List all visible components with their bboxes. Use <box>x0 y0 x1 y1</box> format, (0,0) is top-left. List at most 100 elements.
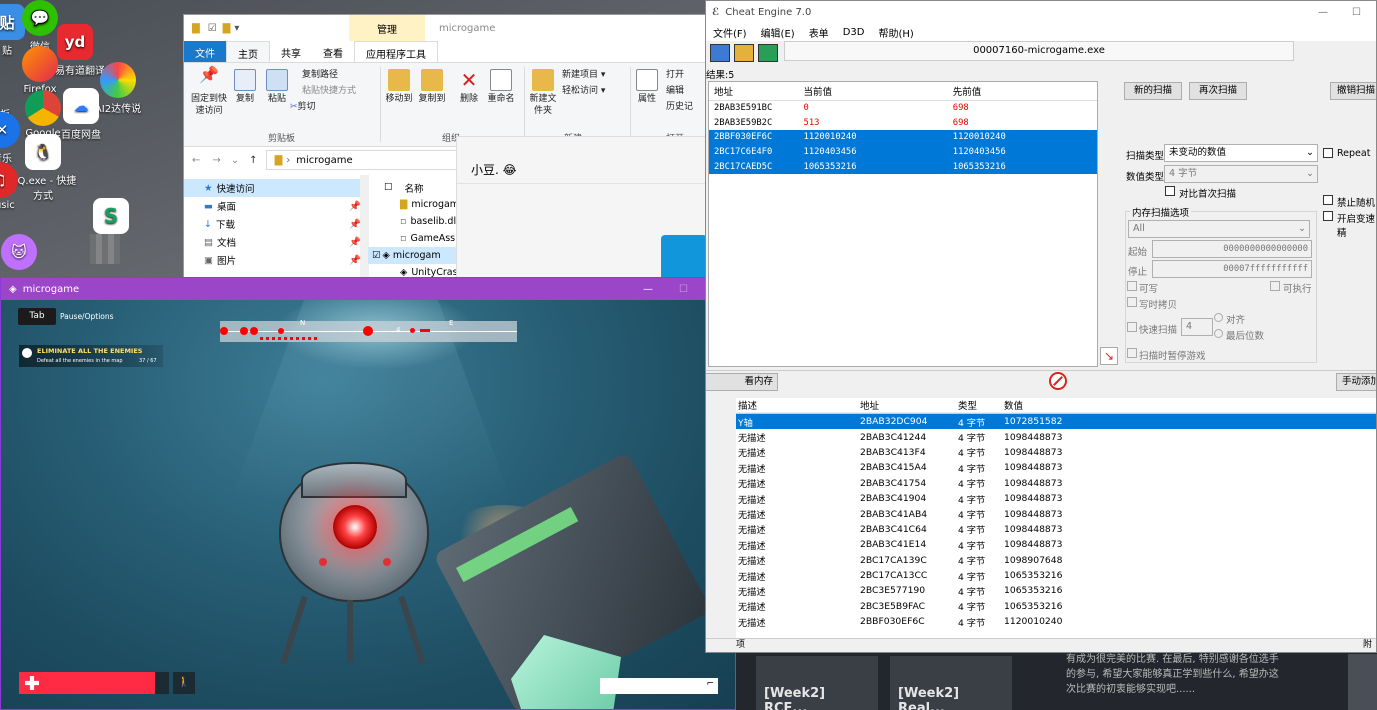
menu-d3d[interactable]: D3D <box>836 27 872 38</box>
move-to-button[interactable]: 移动到 <box>384 69 414 105</box>
qat-dropdown-icon[interactable]: ▾ <box>234 23 239 34</box>
scan-result-row[interactable]: 2BC17C6E4F0 1120403456 1120403456 <box>709 144 1097 160</box>
writable-checkbox[interactable] <box>1127 281 1137 291</box>
nav-item-pictures[interactable]: ▣ 图片 📌 <box>184 251 369 269</box>
copy-to-button[interactable]: 复制到 <box>417 69 447 105</box>
memory-region-select[interactable]: All ⌄ <box>1128 220 1310 238</box>
table-row[interactable]: 无描述 2BAB3C413F4 4 字节 1098448873 <box>736 445 1376 460</box>
forward-arrow-icon[interactable]: → <box>212 155 220 166</box>
delete-button[interactable]: ✕ 删除 <box>456 69 482 105</box>
column-header-current[interactable]: 当前值 <box>799 84 948 98</box>
add-address-manually-button[interactable]: 手动添加 <box>1336 373 1376 391</box>
menu-edit[interactable]: 编辑(E) <box>754 25 802 40</box>
column-header-type[interactable]: 类型 <box>958 398 1004 412</box>
scan-result-row[interactable]: 2BBF030EF6C 1120010240 1120010240 <box>709 130 1097 145</box>
desktop-icon-wps[interactable]: S <box>76 198 146 236</box>
table-row[interactable]: 无描述 2BAB3C41244 4 字节 1098448873 <box>736 429 1376 445</box>
minimize-icon[interactable]: — <box>643 284 653 295</box>
maximize-icon[interactable]: ☐ <box>679 284 688 295</box>
value-type-select[interactable]: 4 字节 ⌄ <box>1164 165 1318 183</box>
article-card[interactable]: [Week2] RCE... <box>756 656 878 710</box>
table-row[interactable]: 无描述 2BAB3C41754 4 字节 1098448873 <box>736 476 1376 491</box>
new-item-button[interactable]: 新建项目 ▾ <box>562 69 605 81</box>
history-button[interactable]: 历史记 <box>666 101 693 113</box>
desktop-icon-music[interactable]: ♫ music <box>0 162 30 211</box>
qat-check-icon[interactable]: ☑ <box>208 23 217 34</box>
nav-item-documents[interactable]: ▤ 文档 📌 <box>184 233 369 251</box>
image-thumbnail[interactable] <box>661 235 707 280</box>
maximize-icon[interactable]: ☐ <box>1352 7 1361 18</box>
table-row[interactable]: 无描述 2BAB3C41904 4 字节 1098448873 <box>736 491 1376 506</box>
menu-help[interactable]: 帮助(H) <box>871 25 920 40</box>
edit-button[interactable]: 编辑 <box>666 85 684 97</box>
scan-type-select[interactable]: 未变动的数值 ⌄ <box>1164 144 1318 162</box>
open-button[interactable]: 打开 <box>666 69 684 81</box>
copy-path-button[interactable]: 复制路径 <box>302 69 338 81</box>
pause-game-checkbox[interactable] <box>1127 348 1137 358</box>
back-arrow-icon[interactable]: ← <box>192 155 200 166</box>
desktop-icon-cat[interactable]: 🐱 <box>0 234 54 272</box>
rename-button[interactable]: 重命名 <box>486 69 516 105</box>
copy-on-write-checkbox[interactable] <box>1127 297 1137 307</box>
minimize-icon[interactable]: — <box>1318 7 1328 18</box>
select-all-checkbox[interactable]: ☐ <box>384 182 393 193</box>
executable-checkbox[interactable] <box>1270 281 1280 291</box>
menu-file[interactable]: 文件(F) <box>706 25 754 40</box>
repeat-checkbox[interactable] <box>1323 148 1333 158</box>
disable-random-checkbox[interactable] <box>1323 195 1333 205</box>
open-file-icon[interactable] <box>734 44 754 62</box>
scan-result-row[interactable]: 2BC17CAED5C 1065353216 1065353216 <box>709 159 1097 174</box>
fast-scan-checkbox[interactable] <box>1127 322 1137 332</box>
nav-item-downloads[interactable]: ↓ 下载 📌 <box>184 215 369 233</box>
menu-table[interactable]: 表单 <box>802 25 836 40</box>
cut-button[interactable]: ✂剪切 <box>290 101 316 113</box>
align-radio[interactable] <box>1214 313 1223 322</box>
table-row[interactable]: 无描述 2BAB3C41AB4 4 字节 1098448873 <box>736 506 1376 522</box>
table-row[interactable]: 无描述 2BAB3C415A4 4 字节 1098448873 <box>736 460 1376 475</box>
new-folder-button[interactable]: 新建文件夹 <box>528 69 558 117</box>
tab-share[interactable]: 共享 <box>270 41 312 62</box>
undo-scan-button[interactable]: 撤销扫描 <box>1330 82 1376 100</box>
table-row[interactable]: 无描述 2BC17CA139C 4 字节 1098907648 <box>736 553 1376 568</box>
paste-shortcut-button[interactable]: 粘贴快捷方式 <box>302 85 356 97</box>
scan-result-row[interactable]: 2BAB3E591BC 0 698 <box>709 101 1097 116</box>
easy-access-button[interactable]: 轻松访问 ▾ <box>562 85 605 97</box>
fast-scan-value-input[interactable]: 4 <box>1181 318 1213 336</box>
paste-button[interactable]: 粘贴 <box>264 69 290 105</box>
article-card[interactable]: [Week2] Real... <box>890 656 1012 710</box>
table-row[interactable]: 无描述 2BC3E5B9FAC 4 字节 1065353216 <box>736 599 1376 614</box>
up-arrow-icon[interactable]: ↑ <box>249 155 257 166</box>
copy-button[interactable]: 复制 <box>232 69 258 105</box>
table-row[interactable]: 无描述 2BC17CA13CC 4 字节 1065353216 <box>736 568 1376 583</box>
game-viewport[interactable]: Tab Pause/Options ELIMINATE ALL THE ENEM… <box>1 300 735 709</box>
compare-first-checkbox[interactable] <box>1165 186 1175 196</box>
start-address-input[interactable]: 0000000000000000 <box>1152 240 1312 258</box>
properties-button[interactable]: 属性 <box>634 69 660 105</box>
chevron-down-icon[interactable]: ⌄ <box>231 155 239 166</box>
manage-tab-header[interactable]: 管理 <box>349 15 425 41</box>
table-row[interactable]: Y轴 2BAB32DC904 4 字节 1072851582 <box>736 414 1376 430</box>
save-icon[interactable] <box>758 44 778 62</box>
new-scan-button[interactable]: 新的扫描 <box>1124 82 1182 100</box>
tab-home[interactable]: 主页 <box>226 41 270 62</box>
tab-app-tools[interactable]: 应用程序工具 <box>354 41 438 62</box>
next-scan-button[interactable]: 再次扫描 <box>1189 82 1247 100</box>
qat-folder-icon[interactable]: ▇ <box>223 23 231 34</box>
nav-item-desktop[interactable]: ▬ 桌面 📌 <box>184 197 369 215</box>
column-header-address[interactable]: 地址 <box>709 84 799 98</box>
column-header-value[interactable]: 数值 <box>1004 398 1124 412</box>
select-process-icon[interactable] <box>710 44 730 62</box>
column-header-address[interactable]: 地址 <box>860 398 958 412</box>
column-header-description[interactable]: 描述 <box>736 398 860 412</box>
last-digits-radio[interactable] <box>1214 329 1223 338</box>
stop-icon[interactable] <box>1049 372 1067 390</box>
scan-result-row[interactable]: 2BAB3E59B2C 513 698 <box>709 116 1097 131</box>
memory-view-button[interactable]: 看内存 <box>706 373 778 391</box>
column-header-previous[interactable]: 先前值 <box>948 84 1097 98</box>
stop-address-input[interactable]: 00007fffffffffff <box>1152 260 1312 278</box>
add-to-list-arrow-icon[interactable]: ↘ <box>1100 347 1118 365</box>
tab-view[interactable]: 查看 <box>312 41 354 62</box>
nav-item-quick-access[interactable]: ★ 快速访问 <box>184 179 369 197</box>
table-row[interactable]: 无描述 2BC3E577190 4 字节 1065353216 <box>736 583 1376 598</box>
table-row[interactable]: 无描述 2BAB3C41C64 4 字节 1098448873 <box>736 522 1376 537</box>
